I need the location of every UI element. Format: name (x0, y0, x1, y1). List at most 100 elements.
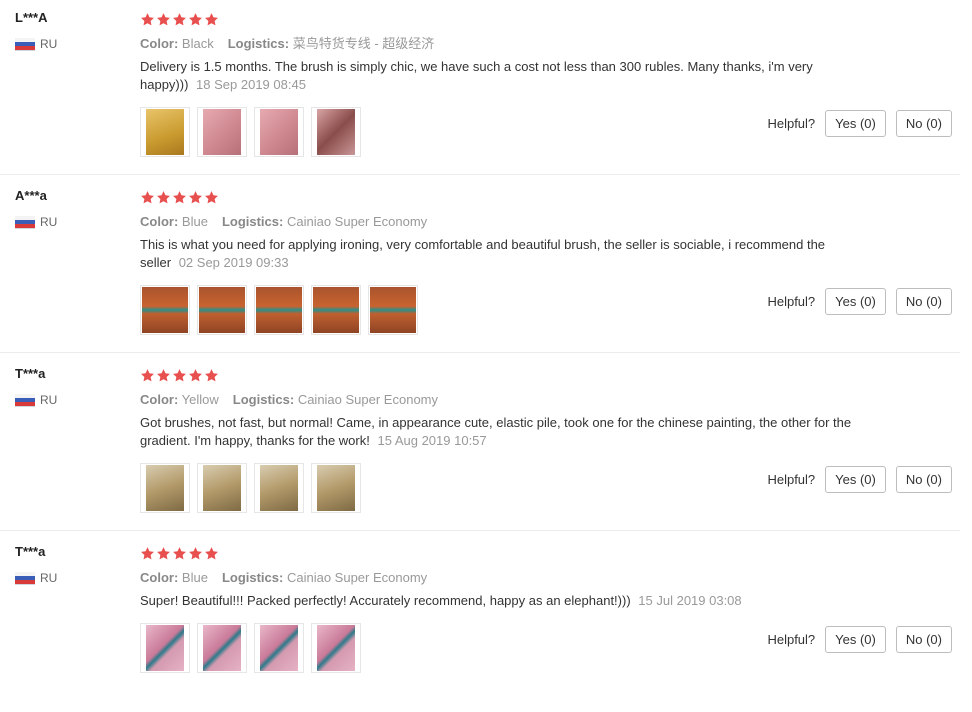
review-body: Color: Yellow Logistics: Cainiao Super Ec… (140, 366, 860, 513)
reviewer-country: RU (15, 215, 125, 229)
review-text: Super! Beautiful!!! Packed perfectly! Ac… (140, 593, 631, 608)
reviewer-name: L***A (15, 10, 48, 25)
star-rating (140, 188, 860, 206)
star-icon (173, 546, 186, 559)
review-item: L***A RU Color: Black Logistics: 菜鸟特货专线 - 超… (0, 10, 960, 178)
order-info: Color: Yellow Logistics: Cainiao Super Ec… (140, 391, 860, 409)
brush-in-hand-photo (317, 109, 355, 155)
helpful-label: Helpful? (767, 632, 816, 647)
star-icon (141, 12, 154, 25)
star-rating (140, 544, 860, 562)
review-body: Color: Black Logistics: 菜鸟特货专线 - 超级经济 Deli… (140, 10, 860, 157)
color-value: Blue (181, 570, 208, 585)
reviewer-info: A***a RU (15, 188, 125, 229)
russia-flag-icon (15, 37, 35, 51)
reviewer-country: RU (15, 37, 125, 51)
review-photo-thumbnail[interactable] (311, 463, 361, 513)
review-photo-thumbnail[interactable] (197, 285, 247, 335)
reviewer-name: A***a (15, 188, 47, 203)
review-text: Got brushes, not fast, but normal! Came,… (140, 415, 852, 448)
order-info: Color: Blue Logistics: Cainiao Super Econ… (140, 213, 860, 231)
review-photos (140, 285, 860, 335)
review-photo-thumbnail[interactable] (140, 107, 190, 157)
helpful-no-button[interactable]: No (0) (895, 626, 952, 653)
pink-fabric-brush-photo (203, 625, 241, 671)
russia-flag-icon (15, 571, 35, 585)
star-icon (173, 368, 186, 381)
country-code: RU (40, 37, 58, 51)
review-photo-thumbnail[interactable] (140, 623, 190, 673)
pink-fabric-brush-photo (260, 625, 298, 671)
review-photo-thumbnail[interactable] (311, 107, 361, 157)
star-icon (157, 190, 170, 203)
review-divider (0, 174, 960, 175)
blue-brush-photo (256, 287, 302, 333)
star-icon (157, 12, 170, 25)
review-photo-thumbnail[interactable] (254, 623, 304, 673)
star-icon (189, 12, 202, 25)
star-icon (141, 190, 154, 203)
color-label: Color: (140, 36, 179, 51)
pink-brush-photo (203, 109, 241, 155)
logistics-label: Logistics: (221, 570, 284, 585)
blue-brush-photo (142, 287, 188, 333)
review-photo-thumbnail[interactable] (197, 463, 247, 513)
helpful-yes-button[interactable]: Yes (0) (825, 110, 886, 137)
review-photo-thumbnail[interactable] (368, 285, 418, 335)
blue-brush-photo (370, 287, 416, 333)
review-photo-thumbnail[interactable] (140, 285, 190, 335)
logistics-label: Logistics: (232, 392, 295, 407)
russia-flag-icon (15, 215, 35, 229)
star-rating (140, 10, 860, 28)
helpful-no-button[interactable]: No (0) (895, 466, 952, 493)
gold-brush-photo (203, 465, 241, 511)
star-icon (157, 546, 170, 559)
pink-brush-photo (260, 109, 298, 155)
helpful-yes-button[interactable]: Yes (0) (825, 466, 886, 493)
color-value: Black (181, 36, 214, 51)
review-item: T***a RU Color: Yellow Logistics: Cainiao S… (0, 366, 960, 534)
review-date: 02 Sep 2019 09:33 (178, 255, 289, 270)
logistics-value: Cainiao Super Economy (286, 570, 428, 585)
review-item: T***a RU Color: Blue Logistics: Cainiao Sup… (0, 544, 960, 712)
logistics-value: Cainiao Super Economy (297, 392, 439, 407)
country-code: RU (40, 215, 58, 229)
helpful-no-button[interactable]: No (0) (895, 288, 952, 315)
helpful-yes-button[interactable]: Yes (0) (825, 626, 886, 653)
star-icon (189, 546, 202, 559)
review-photos (140, 623, 860, 673)
blue-brush-photo (313, 287, 359, 333)
color-label: Color: (140, 570, 179, 585)
review-photo-thumbnail[interactable] (254, 107, 304, 157)
star-rating (140, 366, 860, 384)
review-photo-thumbnail[interactable] (197, 107, 247, 157)
review-photo-thumbnail[interactable] (311, 623, 361, 673)
reviewer-country: RU (15, 571, 125, 585)
review-photo-thumbnail[interactable] (140, 463, 190, 513)
order-info: Color: Blue Logistics: Cainiao Super Econ… (140, 569, 860, 587)
review-photo-thumbnail[interactable] (311, 285, 361, 335)
pink-fabric-brush-photo (146, 625, 184, 671)
helpful-no-button[interactable]: No (0) (895, 110, 952, 137)
blue-brush-photo (199, 287, 245, 333)
review-photo-thumbnail[interactable] (197, 623, 247, 673)
helpful-label: Helpful? (767, 116, 816, 131)
color-value: Blue (181, 214, 208, 229)
review-text-block: This is what you need for applying ironi… (140, 236, 855, 272)
star-icon (157, 368, 170, 381)
star-icon (189, 190, 202, 203)
review-photo-thumbnail[interactable] (254, 463, 304, 513)
star-icon (189, 368, 202, 381)
star-icon (205, 190, 218, 203)
review-text-block: Delivery is 1.5 months. The brush is sim… (140, 58, 855, 94)
helpful-label: Helpful? (767, 472, 816, 487)
review-date: 18 Sep 2019 08:45 (196, 77, 306, 92)
reviewer-info: T***a RU (15, 366, 125, 407)
helpful-voting: Helpful? Yes (0) No (0) (767, 626, 952, 653)
star-icon (205, 12, 218, 25)
reviewer-info: T***a RU (15, 544, 125, 585)
helpful-yes-button[interactable]: Yes (0) (825, 288, 886, 315)
star-icon (173, 12, 186, 25)
reviewer-name: T***a (15, 366, 46, 381)
review-photo-thumbnail[interactable] (254, 285, 304, 335)
